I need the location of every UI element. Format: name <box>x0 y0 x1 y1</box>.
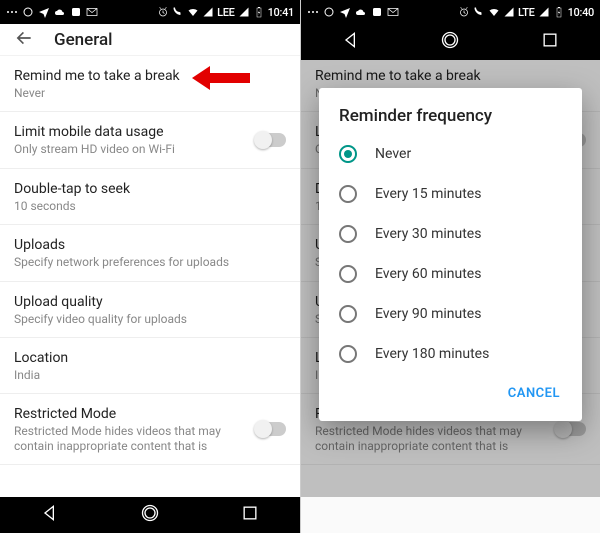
row-subtitle: 10 seconds <box>14 199 244 213</box>
wifi-icon <box>187 6 199 18</box>
ring-icon <box>22 6 34 18</box>
nav-bar <box>0 497 300 533</box>
option-label: Every 90 minutes <box>375 306 481 322</box>
option-30min[interactable]: Every 30 minutes <box>319 214 582 254</box>
option-15min[interactable]: Every 15 minutes <box>319 174 582 214</box>
row-restricted-mode[interactable]: Restricted Mode Restricted Mode hides vi… <box>0 394 300 465</box>
cloud-icon <box>54 6 66 18</box>
option-60min[interactable]: Every 60 minutes <box>319 254 582 294</box>
annotation-arrow-icon <box>192 66 250 94</box>
radio-icon <box>339 305 357 323</box>
ring-icon <box>323 6 335 18</box>
toggle-switch[interactable] <box>256 422 286 436</box>
row-subtitle: Restricted Mode hides videos that may co… <box>14 424 244 453</box>
signal2-icon <box>238 6 250 18</box>
carrier-text: LEE <box>217 6 234 19</box>
reminder-frequency-dialog: Reminder frequency Never Every 15 minute… <box>319 88 582 421</box>
option-180min[interactable]: Every 180 minutes <box>319 334 582 374</box>
cloud-icon <box>355 6 367 18</box>
volte-icon <box>172 6 184 18</box>
row-uploads[interactable]: Uploads Specify network preferences for … <box>0 225 300 281</box>
row-title: Remind me to take a break <box>315 68 586 84</box>
status-bar: LEE 10:41 <box>0 0 300 24</box>
battery-icon <box>553 6 565 18</box>
row-subtitle: Specify network preferences for uploads <box>14 255 244 269</box>
row-title: Restricted Mode <box>14 406 286 422</box>
row-remind-break[interactable]: Remind me to take a break Never <box>0 56 300 112</box>
mail-icon <box>86 6 98 18</box>
app-icon <box>371 6 383 18</box>
settings-list: Remind me to take a break Never Limit mo… <box>0 56 300 465</box>
row-title: Limit mobile data usage <box>14 124 286 140</box>
option-never[interactable]: Never <box>319 134 582 174</box>
cancel-button[interactable]: CANCEL <box>500 380 568 407</box>
more-icon <box>6 6 18 18</box>
toggle-switch[interactable] <box>556 422 586 436</box>
row-upload-quality[interactable]: Upload quality Specify video quality for… <box>0 282 300 338</box>
app-bar: General <box>0 24 300 56</box>
option-label: Every 180 minutes <box>375 346 489 362</box>
nav-back-icon[interactable] <box>40 503 60 527</box>
plane-icon <box>38 6 50 18</box>
battery-icon <box>253 6 265 18</box>
row-limit-mobile-data[interactable]: Limit mobile data usage Only stream HD v… <box>0 112 300 168</box>
row-subtitle: Specify video quality for uploads <box>14 312 244 326</box>
option-90min[interactable]: Every 90 minutes <box>319 294 582 334</box>
phone-left: LEE 10:41 General Remind me to take a br… <box>0 0 300 533</box>
nav-recent-icon[interactable] <box>540 30 560 54</box>
radio-icon <box>339 185 357 203</box>
toggle-switch[interactable] <box>256 133 286 147</box>
row-location[interactable]: Location India <box>0 338 300 394</box>
alarm-icon <box>157 6 169 18</box>
row-subtitle: Only stream HD video on Wi-Fi <box>14 142 244 156</box>
volte-icon <box>473 6 485 18</box>
phone-right: LTE 10:40 General Remind me to take a br… <box>300 0 600 533</box>
row-double-tap[interactable]: Double-tap to seek 10 seconds <box>0 169 300 225</box>
row-title: Double-tap to seek <box>14 181 286 197</box>
option-label: Every 60 minutes <box>375 266 481 282</box>
app-icon <box>70 6 82 18</box>
clock-text: 10:40 <box>568 6 594 19</box>
radio-icon <box>339 225 357 243</box>
back-icon[interactable] <box>14 28 34 52</box>
carrier-text: LTE <box>518 6 535 19</box>
radio-icon <box>339 345 357 363</box>
row-subtitle: India <box>14 368 244 382</box>
page-title: General <box>54 30 112 50</box>
mail-icon <box>387 6 399 18</box>
plane-icon <box>339 6 351 18</box>
nav-home-icon[interactable] <box>440 30 460 54</box>
radio-icon <box>339 145 357 163</box>
nav-recent-icon[interactable] <box>240 503 260 527</box>
signal-icon <box>202 6 214 18</box>
nav-back-icon[interactable] <box>341 30 361 54</box>
option-label: Every 15 minutes <box>375 186 481 202</box>
nav-home-icon[interactable] <box>140 503 160 527</box>
alarm-icon <box>458 6 470 18</box>
dialog-title: Reminder frequency <box>319 106 582 134</box>
status-bar: LTE 10:40 <box>301 0 600 24</box>
row-title: Upload quality <box>14 294 286 310</box>
option-label: Every 30 minutes <box>375 226 481 242</box>
more-icon <box>307 6 319 18</box>
row-subtitle: Restricted Mode hides videos that may co… <box>315 424 545 453</box>
wifi-icon <box>488 6 500 18</box>
clock-text: 10:41 <box>268 6 294 19</box>
row-title: Location <box>14 350 286 366</box>
signal-icon <box>503 6 515 18</box>
signal2-icon <box>538 6 550 18</box>
radio-icon <box>339 265 357 283</box>
nav-bar <box>301 24 600 60</box>
option-label: Never <box>375 146 411 162</box>
row-title: Uploads <box>14 237 286 253</box>
